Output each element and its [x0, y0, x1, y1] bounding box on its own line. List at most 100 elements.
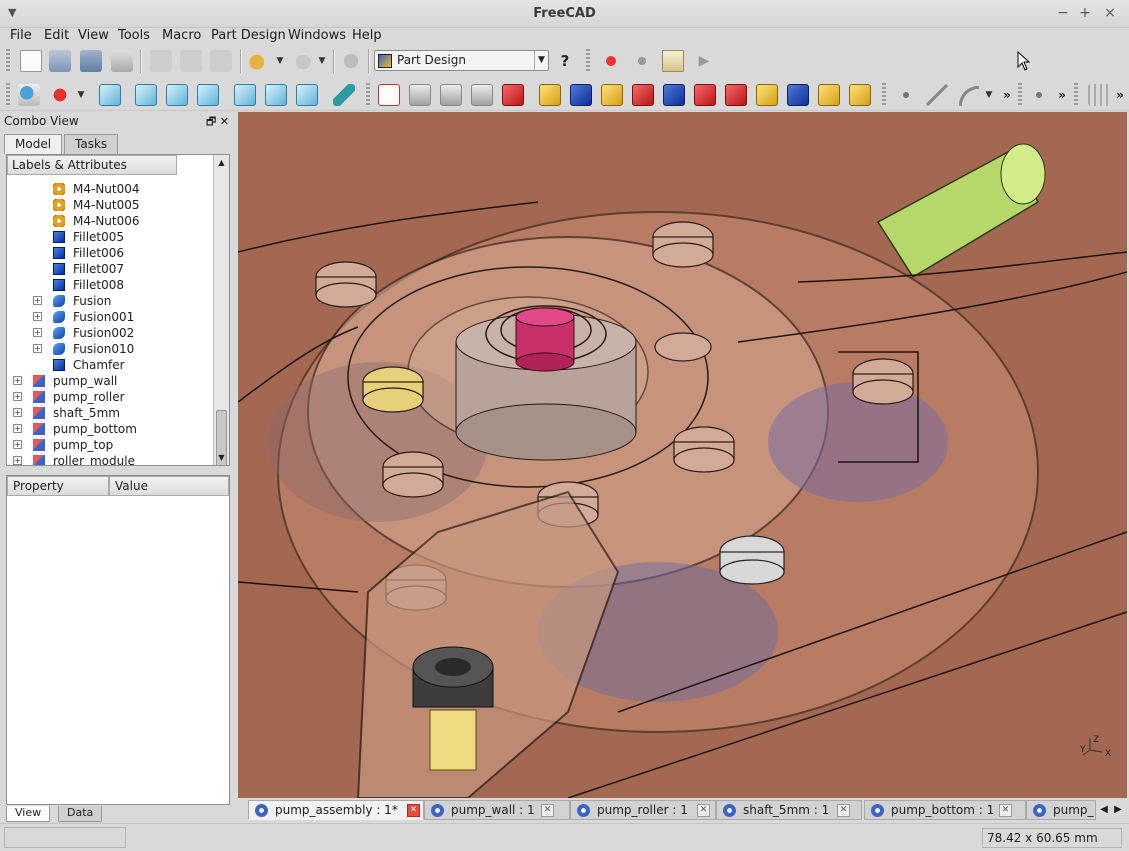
model-render[interactable]: Z Y X: [238, 112, 1127, 798]
maximize-button[interactable]: +: [1076, 5, 1094, 21]
create-sketch-icon[interactable]: [378, 84, 400, 106]
linear-pattern-icon[interactable]: [787, 84, 809, 106]
menu-edit[interactable]: Edit: [44, 28, 69, 43]
sketch-line-icon[interactable]: [926, 84, 948, 106]
fit-all-icon[interactable]: [18, 84, 40, 106]
grid-snap-icon[interactable]: [1088, 84, 1110, 106]
value-column-header[interactable]: Value: [109, 476, 229, 496]
menu-help[interactable]: Help: [352, 28, 382, 43]
tab-pump-top-partial[interactable]: pump_: [1026, 800, 1096, 820]
menu-windows[interactable]: Windows: [288, 28, 346, 43]
open-icon[interactable]: [49, 50, 71, 72]
leave-sketch-icon[interactable]: [440, 84, 462, 106]
toolbar-grip[interactable]: [6, 49, 10, 73]
more-tools-icon[interactable]: »: [996, 84, 1018, 106]
close-button[interactable]: ×: [1101, 5, 1119, 21]
tab-pump-assembly[interactable]: pump_assembly : 1* ✕: [248, 800, 424, 820]
expand-icon[interactable]: +: [13, 424, 22, 433]
close-tab-icon[interactable]: ✕: [407, 804, 420, 817]
tree-item[interactable]: + pump_roller: [7, 389, 212, 405]
menu-view[interactable]: View: [78, 28, 109, 43]
tab-pump-roller[interactable]: pump_roller : 1 ✕: [570, 800, 716, 820]
tree-item[interactable]: Fillet008: [7, 277, 212, 293]
3d-viewport[interactable]: Z Y X: [238, 112, 1127, 798]
scroll-down-icon[interactable]: ▼: [214, 450, 229, 465]
redo-dropdown-icon[interactable]: ▼: [317, 50, 327, 72]
save-icon[interactable]: [80, 50, 102, 72]
expand-icon[interactable]: +: [13, 376, 22, 385]
expand-icon[interactable]: +: [13, 408, 22, 417]
measure-icon[interactable]: [333, 84, 355, 106]
close-tab-icon[interactable]: ✕: [541, 804, 554, 817]
more-tools-icon[interactable]: »: [1109, 84, 1129, 106]
view-top-icon[interactable]: [166, 84, 188, 106]
more-tools-icon[interactable]: »: [1051, 84, 1073, 106]
record-macro-icon[interactable]: [600, 50, 622, 72]
expand-icon[interactable]: +: [33, 344, 42, 353]
tree-item[interactable]: + roller_module: [7, 453, 212, 465]
map-sketch-icon[interactable]: [502, 84, 524, 106]
tab-pump-bottom[interactable]: pump_bottom : 1 ✕: [864, 800, 1026, 820]
sketch-point-icon[interactable]: [895, 84, 917, 106]
mirrored-icon[interactable]: [756, 84, 778, 106]
tree-item[interactable]: + Fusion010: [7, 341, 212, 357]
tree-item[interactable]: + Fusion001: [7, 309, 212, 325]
execute-macro-icon[interactable]: ▶: [693, 50, 715, 72]
menu-file[interactable]: File: [10, 28, 32, 43]
tree-item[interactable]: + Fusion002: [7, 325, 212, 341]
tree-item[interactable]: M4-Nut005: [7, 197, 212, 213]
menu-macro[interactable]: Macro: [162, 28, 201, 43]
tree-item[interactable]: + shaft_5mm: [7, 405, 212, 421]
undo-dropdown-icon[interactable]: ▼: [275, 50, 285, 72]
close-tab-icon[interactable]: ✕: [697, 804, 710, 817]
constraint-point-icon[interactable]: [1028, 84, 1050, 106]
tab-scroll-right-icon[interactable]: ▶: [1112, 802, 1124, 818]
expand-icon[interactable]: +: [13, 392, 22, 401]
tree-item[interactable]: Fillet006: [7, 245, 212, 261]
menu-tools[interactable]: Tools: [118, 28, 150, 43]
print-icon[interactable]: [111, 50, 133, 72]
attach-icon[interactable]: [409, 84, 431, 106]
expand-icon[interactable]: +: [33, 328, 42, 337]
revolution-icon[interactable]: [601, 84, 623, 106]
close-tab-icon[interactable]: ✕: [999, 804, 1012, 817]
copy-icon[interactable]: [180, 50, 202, 72]
toolbar-grip[interactable]: [6, 83, 10, 107]
cut-icon[interactable]: [150, 50, 172, 72]
redo-icon[interactable]: [290, 50, 312, 72]
view-bottom-icon[interactable]: [265, 84, 287, 106]
multi-transform-icon[interactable]: [849, 84, 871, 106]
new-document-icon[interactable]: [20, 50, 42, 72]
tree-scrollbar[interactable]: ▲ ▼: [213, 155, 229, 465]
property-column-header[interactable]: Property: [7, 476, 109, 496]
toolbar-grip[interactable]: [586, 49, 590, 73]
polar-pattern-icon[interactable]: [818, 84, 840, 106]
groove-icon[interactable]: [632, 84, 654, 106]
tree-column-header[interactable]: Labels & Attributes: [7, 155, 177, 175]
toolbar-grip[interactable]: [882, 83, 886, 107]
tree-item[interactable]: + pump_bottom: [7, 421, 212, 437]
draw-style-dropdown-icon[interactable]: ▼: [76, 84, 86, 106]
whats-this-icon[interactable]: ?: [554, 50, 576, 72]
view-sketch-icon[interactable]: [471, 84, 493, 106]
view-left-icon[interactable]: [296, 84, 318, 106]
fillet-icon[interactable]: [663, 84, 685, 106]
expand-icon[interactable]: +: [33, 312, 42, 321]
subtab-view[interactable]: View: [6, 806, 51, 822]
edit-macro-icon[interactable]: [662, 50, 684, 72]
tree-item[interactable]: M4-Nut006: [7, 213, 212, 229]
view-isometric-icon[interactable]: [99, 84, 121, 106]
close-tab-icon[interactable]: ✕: [837, 804, 850, 817]
stop-macro-icon[interactable]: [631, 50, 653, 72]
view-right-icon[interactable]: [197, 84, 219, 106]
view-front-icon[interactable]: [135, 84, 157, 106]
chevron-down-icon[interactable]: ▼: [534, 51, 548, 70]
tree-item[interactable]: + pump_top: [7, 437, 212, 453]
workbench-selector[interactable]: Part Design ▼: [374, 50, 549, 71]
pad-icon[interactable]: [539, 84, 561, 106]
tab-model[interactable]: Model: [4, 134, 63, 154]
toolbar-grip[interactable]: [366, 83, 370, 107]
tab-tasks[interactable]: Tasks: [64, 134, 119, 154]
tab-pump-wall[interactable]: pump_wall : 1 ✕: [424, 800, 570, 820]
scroll-up-icon[interactable]: ▲: [214, 155, 229, 170]
